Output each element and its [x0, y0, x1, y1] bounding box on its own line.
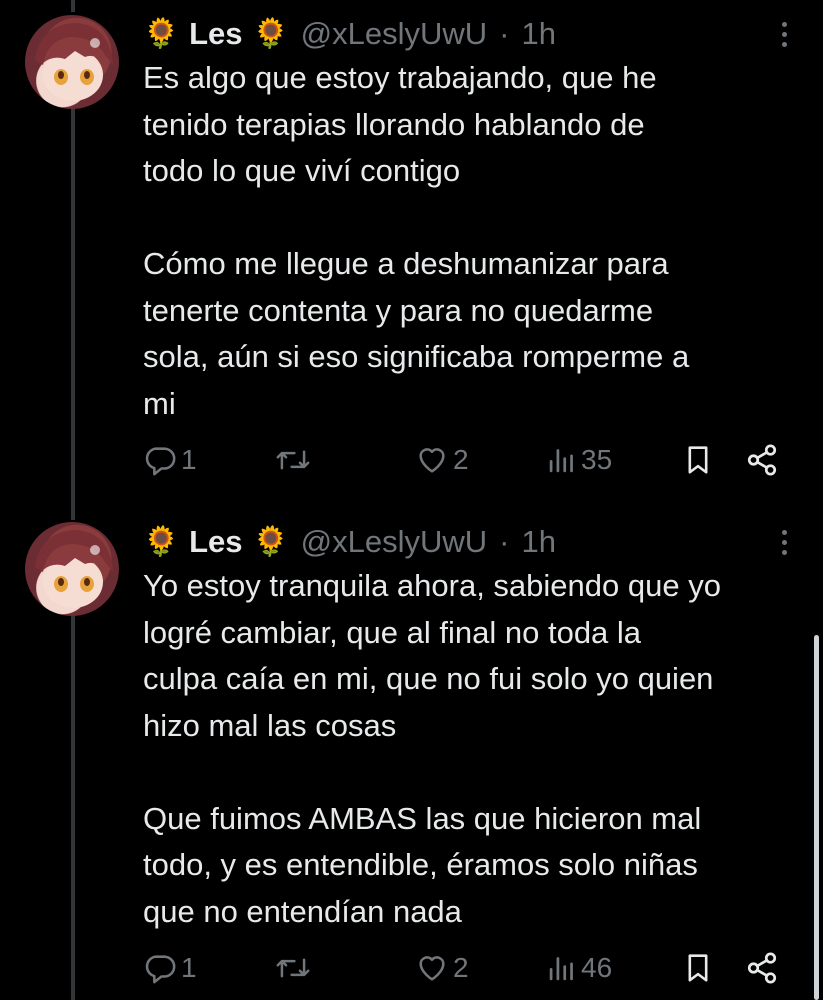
share-button[interactable]: [745, 440, 779, 480]
retweet-icon: [276, 450, 310, 470]
retweet-button[interactable]: [275, 440, 311, 480]
share-button[interactable]: [745, 948, 779, 988]
share-icon: [747, 444, 777, 476]
like-icon: [419, 956, 445, 981]
reply-button[interactable]: 1: [143, 948, 197, 988]
action-bar: 1 2 46: [143, 948, 783, 988]
reply-icon: [145, 447, 176, 476]
bookmark-icon: [688, 446, 708, 474]
avatar[interactable]: [25, 15, 119, 109]
sunflower-emoji: 🌻: [143, 17, 180, 50]
timestamp[interactable]: 1h: [521, 524, 555, 560]
tweet-text: Yo estoy tranquila ahora, sabiendo que y…: [143, 568, 721, 929]
reply-count: 1: [181, 444, 197, 475]
like-icon: [419, 448, 445, 473]
avatar[interactable]: [25, 522, 119, 616]
tweet-header: 🌻 Les 🌻 @xLeslyUwU · 1h: [143, 13, 556, 55]
display-name-text: Les: [189, 524, 243, 559]
display-name[interactable]: 🌻 Les 🌻: [143, 16, 289, 52]
tweet-header: 🌻 Les 🌻 @xLeslyUwU · 1h: [143, 521, 556, 563]
display-name[interactable]: 🌻 Les 🌻: [143, 524, 289, 560]
views-icon: [549, 449, 573, 473]
views-button[interactable]: 35: [547, 440, 612, 480]
bookmark-button[interactable]: [683, 440, 713, 480]
separator-dot: ·: [499, 524, 510, 559]
reply-button[interactable]: 1: [143, 440, 197, 480]
more-icon[interactable]: [779, 530, 789, 555]
sunflower-emoji: 🌻: [252, 525, 289, 558]
tweet[interactable]: 🌻 Les 🌻 @xLeslyUwU · 1h Es algo que esto…: [0, 0, 823, 500]
like-count: 2: [453, 444, 469, 475]
share-icon: [747, 952, 777, 984]
reply-count: 1: [181, 952, 197, 983]
tweet[interactable]: 🌻 Les 🌻 @xLeslyUwU · 1h Yo estoy tranqui…: [0, 505, 823, 1000]
like-count: 2: [453, 952, 469, 983]
views-count: 35: [581, 444, 613, 475]
separator-dot: ·: [499, 16, 510, 51]
timestamp[interactable]: 1h: [521, 16, 555, 52]
retweet-icon: [276, 958, 310, 978]
views-icon: [549, 957, 573, 981]
bookmark-button[interactable]: [683, 948, 713, 988]
views-count: 46: [581, 952, 613, 983]
reply-icon: [145, 955, 176, 984]
sunflower-emoji: 🌻: [143, 525, 180, 558]
user-handle[interactable]: @xLeslyUwU: [301, 524, 488, 560]
bookmark-icon: [688, 954, 708, 982]
tweet-text: Es algo que estoy trabajando, que he ten…: [143, 60, 690, 421]
views-button[interactable]: 46: [547, 948, 612, 988]
like-button[interactable]: 2: [415, 948, 469, 988]
like-button[interactable]: 2: [415, 440, 469, 480]
user-handle[interactable]: @xLeslyUwU: [301, 16, 488, 52]
more-icon[interactable]: [779, 22, 789, 47]
action-bar: 1 2 35: [143, 440, 783, 480]
sunflower-emoji: 🌻: [252, 17, 289, 50]
display-name-text: Les: [189, 16, 243, 51]
retweet-button[interactable]: [275, 948, 311, 988]
